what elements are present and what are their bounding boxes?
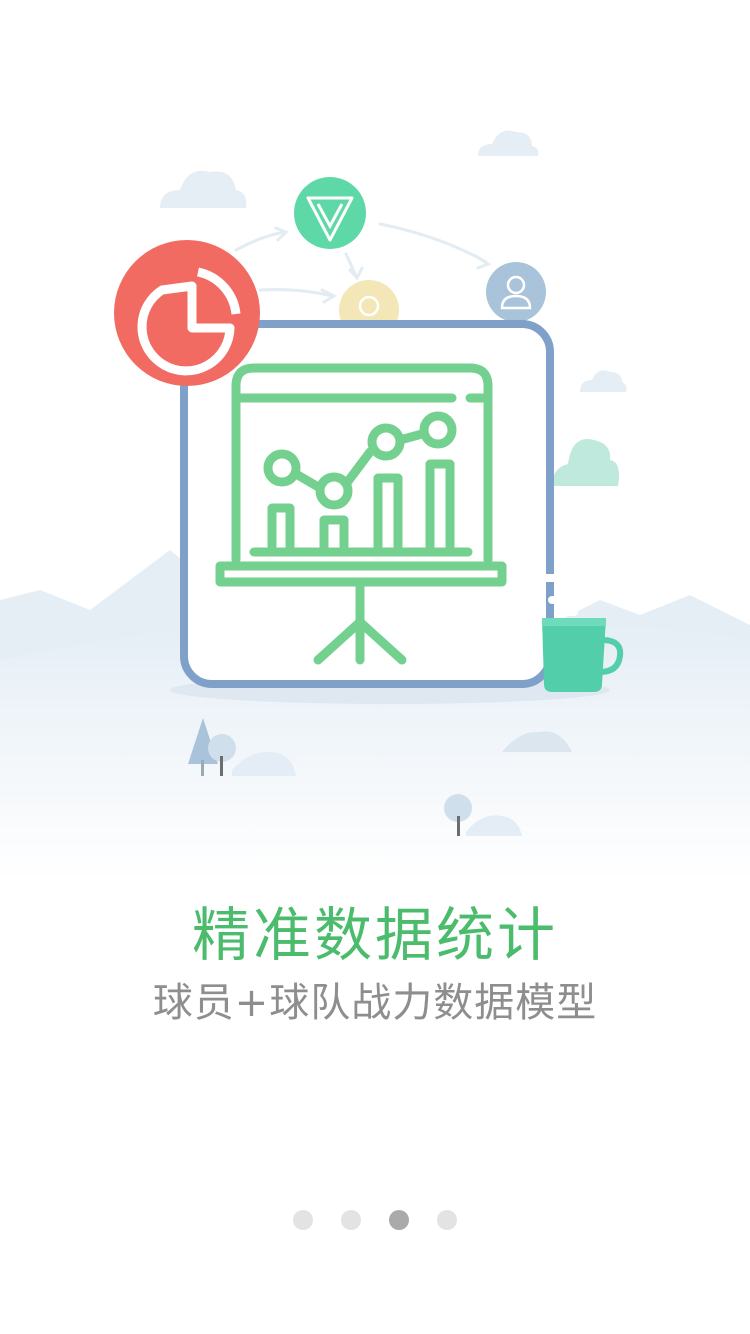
triangle-logo-icon [294, 177, 366, 249]
page-dot-1[interactable] [293, 1210, 313, 1230]
pie-chart-icon [114, 240, 260, 386]
page-dot-2[interactable] [341, 1210, 361, 1230]
hero-illustration [0, 130, 750, 880]
feature-subtitle: 球员+球队战力数据模型 [152, 980, 598, 1026]
user-icon [486, 262, 546, 322]
page-dot-4[interactable] [437, 1210, 457, 1230]
page-dot-3-active[interactable] [389, 1210, 409, 1230]
page-indicator [0, 1210, 750, 1230]
feature-title: 精准数据统计 [191, 901, 558, 969]
